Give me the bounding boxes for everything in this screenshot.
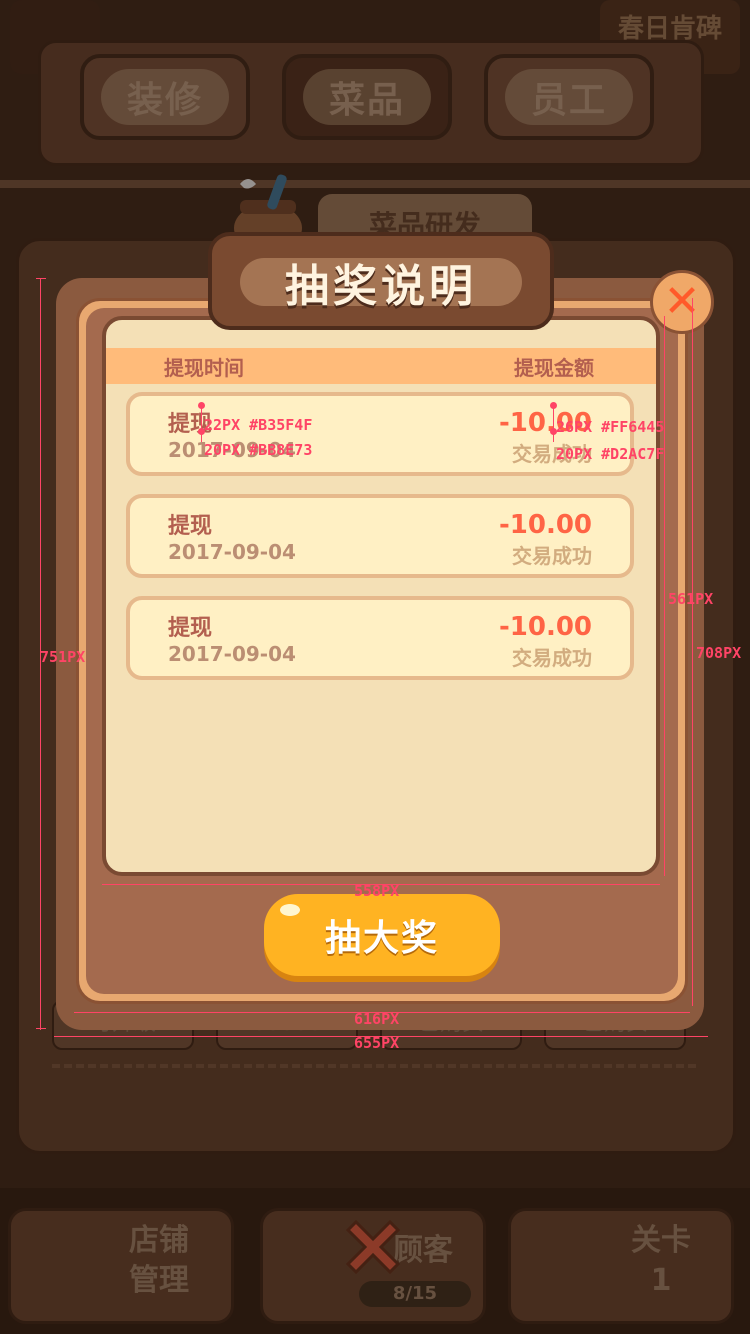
draw-prize-button[interactable]: 抽大奖	[264, 894, 500, 976]
record-date: 2017-09-04	[168, 540, 296, 564]
measure-label-751: 751PX	[40, 648, 86, 666]
record-amount: -10.00	[498, 612, 592, 642]
record-status: 交易成功	[512, 544, 592, 568]
spec-type-label: 22PX #B35F4F	[204, 416, 313, 434]
record-row: 提现 2017-09-04 -10.00 交易成功	[126, 494, 634, 578]
close-button[interactable]: ✕	[650, 270, 714, 334]
record-row: 提现 2017-09-04 -10.00 交易成功	[126, 596, 634, 680]
spec-marker-dot	[198, 402, 205, 409]
measure-tick	[36, 278, 46, 279]
spec-status-label: 20PX #D2AC7F	[556, 445, 665, 463]
record-type: 提现	[168, 616, 213, 641]
measure-label-561: 561PX	[668, 590, 714, 608]
measure-line-708	[692, 298, 693, 1006]
close-icon: ✕	[663, 276, 701, 327]
dialog-title-plate: 抽奖说明	[208, 232, 554, 330]
record-type: 提现	[168, 514, 213, 539]
measure-label-708: 708PX	[696, 644, 742, 662]
spec-date-label: 20PX #BB8E73	[204, 441, 313, 459]
measure-line-561	[664, 316, 665, 876]
record-status: 交易成功	[512, 646, 592, 670]
record-list-header: 提现时间 提现金额	[106, 348, 656, 384]
record-amount: -10.00	[498, 510, 592, 540]
button-shine	[280, 904, 300, 916]
record-date: 2017-09-04	[168, 642, 296, 666]
dialog-title: 抽奖说明	[285, 261, 477, 312]
measure-label-558: 558PX	[354, 882, 400, 900]
draw-prize-label: 抽大奖	[324, 918, 439, 959]
measure-label-616: 616PX	[354, 1010, 400, 1028]
spec-marker-line	[553, 406, 554, 442]
spec-marker-line	[201, 406, 202, 442]
header-time: 提现时间	[164, 356, 244, 380]
measure-label-655: 655PX	[354, 1034, 400, 1052]
header-amount: 提现金额	[514, 356, 594, 380]
spec-marker-dot	[550, 402, 557, 409]
spec-amount-label: 26PX #FF6445	[556, 418, 665, 436]
measure-tick	[36, 1028, 46, 1029]
